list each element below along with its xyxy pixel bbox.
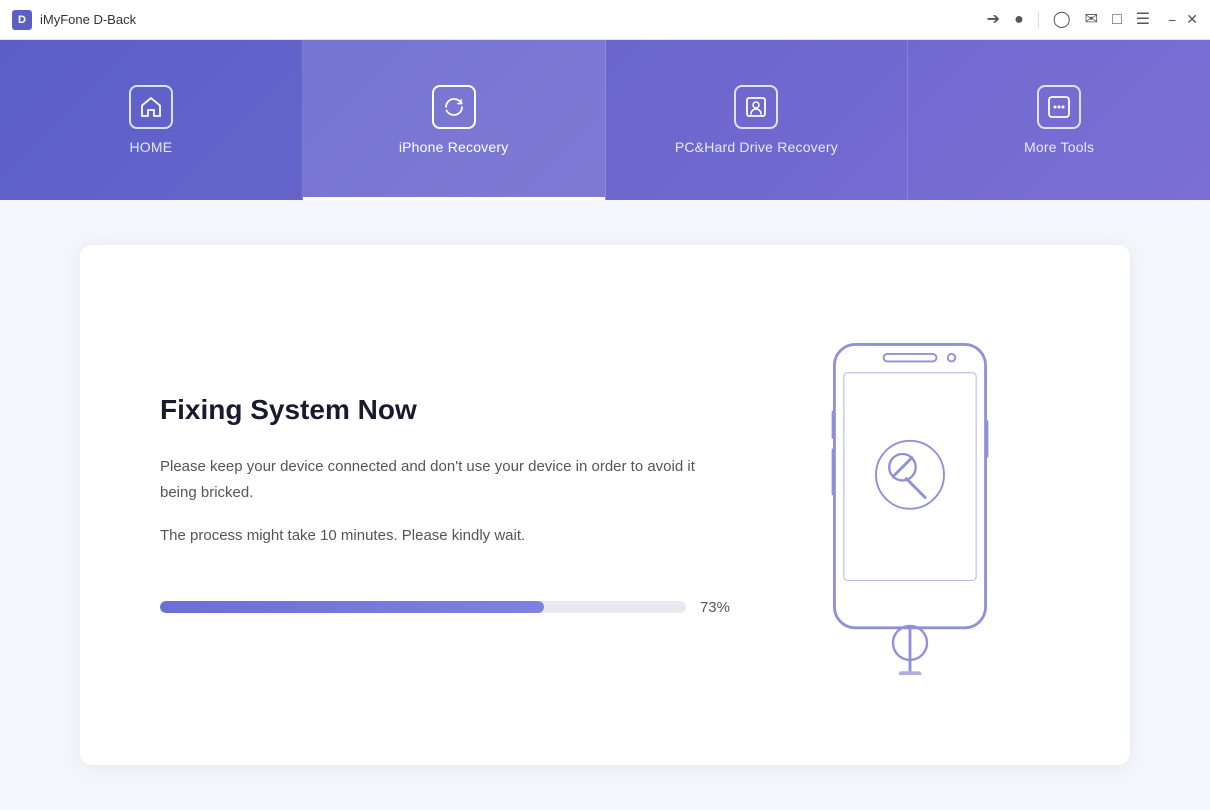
- progress-percentage: 73%: [700, 599, 730, 616]
- home-icon: [139, 95, 163, 119]
- title-bar: D iMyFone D-Back ➔ ● ◯ ✉ □ ☰ − ✕: [0, 0, 1210, 40]
- pc-recovery-icon-wrap: [734, 85, 778, 129]
- title-left: D iMyFone D-Back: [12, 10, 136, 30]
- title-right: ➔ ● ◯ ✉ □ ☰ − ✕: [987, 11, 1198, 28]
- dots-icon: [1047, 95, 1071, 119]
- person-box-icon: [744, 95, 768, 119]
- nav-more-tools-label: More Tools: [1024, 139, 1094, 155]
- progress-bar-background: [160, 601, 686, 613]
- more-tools-icon-wrap: [1037, 85, 1081, 129]
- share-icon[interactable]: ➔: [987, 12, 1000, 28]
- content-left: Fixing System Now Please keep your devic…: [160, 394, 770, 616]
- minimize-button[interactable]: −: [1168, 12, 1176, 28]
- nav-iphone-recovery[interactable]: iPhone Recovery: [303, 40, 606, 200]
- window-controls: − ✕: [1168, 11, 1198, 28]
- progress-bar-fill: [160, 601, 544, 613]
- nav-more-tools[interactable]: More Tools: [908, 40, 1210, 200]
- content-right: [770, 335, 1050, 675]
- refresh-icon: [442, 95, 466, 119]
- nav-iphone-recovery-label: iPhone Recovery: [399, 139, 509, 155]
- progress-area: 73%: [160, 599, 730, 616]
- menu-icon[interactable]: ☰: [1136, 12, 1150, 28]
- nav-bar: HOME iPhone Recovery PC&Hard Drive Recov…: [0, 40, 1210, 200]
- home-icon-wrap: [129, 85, 173, 129]
- location-icon[interactable]: ◯: [1053, 12, 1071, 28]
- chat-icon[interactable]: □: [1112, 12, 1122, 28]
- phone-svg: [810, 335, 1010, 675]
- iphone-recovery-icon-wrap: [432, 85, 476, 129]
- user-icon[interactable]: ●: [1014, 12, 1024, 28]
- fixing-desc: Please keep your device connected and do…: [160, 454, 730, 505]
- mail-icon[interactable]: ✉: [1085, 12, 1098, 28]
- divider: [1038, 12, 1039, 28]
- nav-home[interactable]: HOME: [0, 40, 303, 200]
- fixing-title: Fixing System Now: [160, 394, 730, 426]
- nav-pc-recovery[interactable]: PC&Hard Drive Recovery: [606, 40, 909, 200]
- close-button[interactable]: ✕: [1186, 11, 1198, 28]
- app-logo: D: [12, 10, 32, 30]
- main-content: Fixing System Now Please keep your devic…: [0, 200, 1210, 810]
- content-card: Fixing System Now Please keep your devic…: [80, 245, 1130, 765]
- phone-illustration: [810, 335, 1010, 675]
- fixing-note: The process might take 10 minutes. Pleas…: [160, 523, 730, 549]
- nav-pc-recovery-label: PC&Hard Drive Recovery: [675, 139, 838, 155]
- nav-home-label: HOME: [129, 139, 172, 155]
- app-title: iMyFone D-Back: [40, 12, 136, 27]
